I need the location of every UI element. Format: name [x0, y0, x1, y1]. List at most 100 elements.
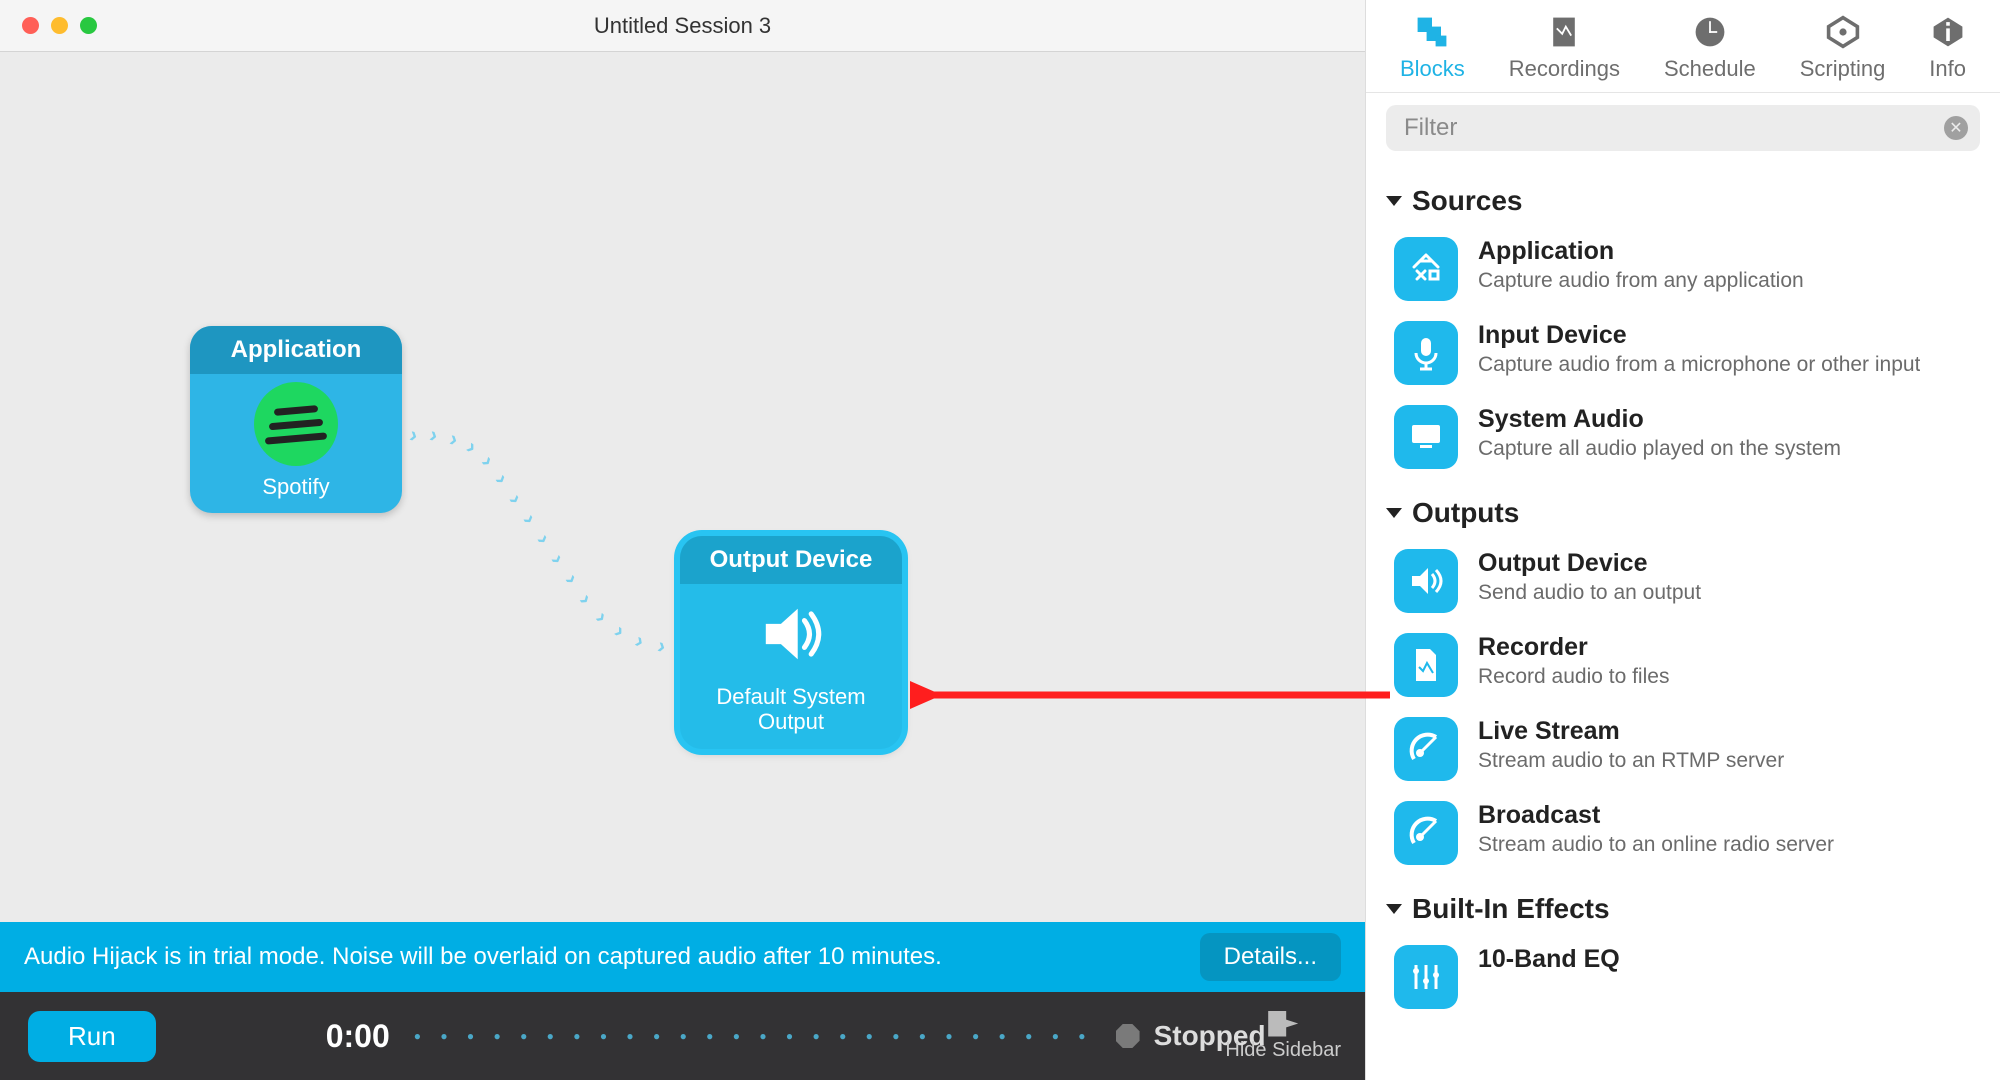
run-button[interactable]: Run — [28, 1011, 156, 1062]
block-system-audio[interactable]: System Audio Capture all audio played on… — [1386, 395, 1980, 479]
tab-blocks[interactable]: Blocks — [1400, 14, 1465, 82]
connector-dot: › — [475, 450, 500, 472]
connector-dot: › — [631, 628, 649, 655]
node-application-label: Spotify — [252, 474, 339, 499]
block-input-desc: Capture audio from a microphone or other… — [1478, 352, 1920, 377]
hide-sidebar-label: Hide Sidebar — [1225, 1039, 1341, 1062]
control-bar: Run 0:00 ● ● ● ● ● ● ● ● ● ● ● ● ● ● ● ●… — [0, 992, 1365, 1080]
tab-scripting-label: Scripting — [1800, 56, 1886, 82]
tab-recordings[interactable]: Recordings — [1509, 14, 1620, 82]
connector-dot: › — [609, 618, 630, 644]
block-sysaudio-title: System Audio — [1478, 405, 1841, 434]
progress-track: ● ● ● ● ● ● ● ● ● ● ● ● ● ● ● ● ● ● ● ● … — [414, 1029, 1094, 1043]
block-output-device[interactable]: Output Device Send audio to an output — [1386, 539, 1980, 623]
connector-dot: › — [503, 489, 529, 509]
sidebar-tabs: Blocks Recordings Schedule Scripting Inf… — [1366, 0, 2000, 93]
file-icon — [1394, 633, 1458, 697]
section-sources-header[interactable]: Sources — [1386, 185, 1980, 217]
section-effects-title: Built-In Effects — [1412, 893, 1610, 925]
block-recorder[interactable]: Recorder Record audio to files — [1386, 623, 1980, 707]
monitor-icon — [1394, 405, 1458, 469]
session-canvas[interactable]: › › › › › › › › › › › › › › › › Applicat… — [0, 52, 1365, 922]
connector-dot: › — [545, 549, 571, 569]
application-icon — [1394, 237, 1458, 301]
tab-schedule-label: Schedule — [1664, 56, 1756, 82]
trial-message: Audio Hijack is in trial mode. Noise wil… — [24, 943, 942, 971]
window-zoom-button[interactable] — [80, 17, 97, 34]
section-outputs-header[interactable]: Outputs — [1386, 497, 1980, 529]
block-output-desc: Send audio to an output — [1478, 580, 1701, 605]
microphone-icon — [1394, 321, 1458, 385]
block-broadcast[interactable]: Broadcast Stream audio to an online radi… — [1386, 791, 1980, 875]
block-recorder-desc: Record audio to files — [1478, 664, 1669, 689]
tab-scripting[interactable]: Scripting — [1800, 14, 1886, 82]
block-live-stream[interactable]: Live Stream Stream audio to an RTMP serv… — [1386, 707, 1980, 791]
node-output-label: Default System Output — [680, 684, 902, 735]
hide-sidebar-icon — [1268, 1011, 1298, 1037]
info-icon — [1930, 14, 1966, 50]
tab-schedule[interactable]: Schedule — [1664, 14, 1756, 82]
node-output-device[interactable]: Output Device Default System Output — [680, 536, 902, 749]
titlebar: Untitled Session 3 — [0, 0, 1365, 52]
window-minimize-button[interactable] — [51, 17, 68, 34]
block-library: Sources Application Capture audio from a… — [1366, 163, 2000, 1080]
connector-dot: › — [461, 434, 482, 460]
block-livestream-desc: Stream audio to an RTMP server — [1478, 748, 1784, 773]
spotify-icon — [254, 374, 338, 474]
block-application[interactable]: Application Capture audio from any appli… — [1386, 227, 1980, 311]
block-input-title: Input Device — [1478, 321, 1920, 350]
stop-icon — [1116, 1024, 1140, 1048]
connector-dot: › — [590, 605, 614, 629]
block-output-title: Output Device — [1478, 549, 1701, 578]
block-input-device[interactable]: Input Device Capture audio from a microp… — [1386, 311, 1980, 395]
block-recorder-title: Recorder — [1478, 633, 1669, 662]
sidebar: Blocks Recordings Schedule Scripting Inf… — [1365, 0, 2000, 1080]
block-broadcast-title: Broadcast — [1478, 801, 1834, 830]
chevron-down-icon — [1386, 196, 1402, 206]
node-application[interactable]: Application Spotify — [190, 326, 402, 513]
tab-recordings-label: Recordings — [1509, 56, 1620, 82]
block-broadcast-desc: Stream audio to an online radio server — [1478, 832, 1834, 857]
connector-dot: › — [531, 529, 557, 549]
connector-dot: › — [517, 509, 543, 529]
eq-icon — [1394, 945, 1458, 1009]
annotation-arrow — [910, 670, 1400, 720]
section-sources-title: Sources — [1412, 185, 1523, 217]
hide-sidebar-button[interactable]: Hide Sidebar — [1225, 1011, 1341, 1062]
filter-wrapper: ✕ — [1386, 105, 1980, 151]
block-eq-title: 10-Band EQ — [1478, 945, 1620, 974]
chevron-down-icon — [1386, 904, 1402, 914]
scripting-icon — [1825, 14, 1861, 50]
elapsed-time: 0:00 — [326, 1018, 390, 1055]
filter-clear-button[interactable]: ✕ — [1944, 116, 1968, 140]
window-close-button[interactable] — [22, 17, 39, 34]
recordings-icon — [1546, 14, 1582, 50]
tab-blocks-label: Blocks — [1400, 56, 1465, 82]
trial-details-button[interactable]: Details... — [1200, 933, 1341, 981]
node-output-header: Output Device — [680, 536, 902, 584]
trial-banner: Audio Hijack is in trial mode. Noise wil… — [0, 922, 1365, 992]
speaker-icon — [1394, 549, 1458, 613]
node-application-header: Application — [190, 326, 402, 374]
broadcast-icon — [1394, 801, 1458, 865]
connector-dot: › — [559, 569, 585, 590]
block-livestream-title: Live Stream — [1478, 717, 1784, 746]
block-10band-eq[interactable]: 10-Band EQ — [1386, 935, 1980, 1019]
chevron-down-icon — [1386, 508, 1402, 518]
schedule-icon — [1692, 14, 1728, 50]
connector-dot: › — [655, 632, 669, 659]
window-title: Untitled Session 3 — [0, 13, 1365, 39]
section-effects-header[interactable]: Built-In Effects — [1386, 893, 1980, 925]
tab-info[interactable]: Info — [1929, 14, 1966, 82]
connector-dot: › — [407, 421, 421, 448]
filter-input[interactable] — [1386, 105, 1980, 151]
tab-info-label: Info — [1929, 56, 1966, 82]
section-outputs-title: Outputs — [1412, 497, 1519, 529]
blocks-icon — [1414, 14, 1450, 50]
block-application-desc: Capture audio from any application — [1478, 268, 1804, 293]
speaker-icon — [749, 584, 833, 684]
block-application-title: Application — [1478, 237, 1804, 266]
satellite-icon — [1394, 717, 1458, 781]
connector-dot: › — [573, 588, 598, 610]
connector-dot: › — [427, 421, 441, 448]
